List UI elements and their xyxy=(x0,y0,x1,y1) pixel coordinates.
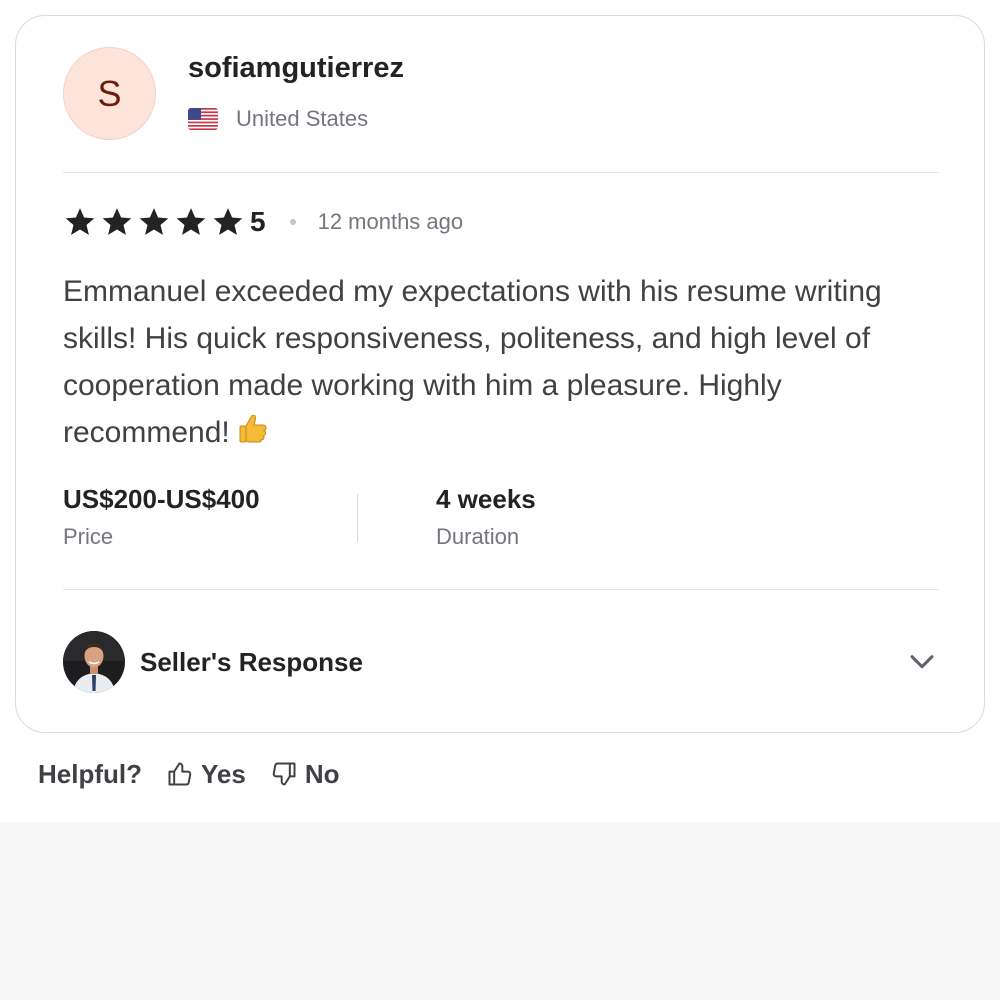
meta-divider xyxy=(63,589,939,590)
thumbs-up-emoji-icon xyxy=(239,414,267,443)
star-icon xyxy=(176,208,206,235)
helpful-question: Helpful? xyxy=(38,758,142,789)
helpful-no-label: No xyxy=(304,758,340,789)
meta-separator xyxy=(357,494,358,542)
star-rating xyxy=(63,205,248,239)
page-footer-background xyxy=(0,822,1000,1000)
thumbs-up-emoji xyxy=(236,411,270,459)
star-icon xyxy=(139,208,169,235)
reviewer-username: sofiamgutierrez xyxy=(188,52,404,84)
helpful-row: Helpful? Yes No xyxy=(38,756,364,792)
seller-response-label: Seller's Response xyxy=(140,646,363,677)
helpful-yes-label: Yes xyxy=(201,758,246,789)
rating-row: 5 12 months ago xyxy=(63,204,463,240)
seller-avatar xyxy=(63,631,125,693)
chevron-down-icon[interactable] xyxy=(905,644,939,678)
rating-value: 5 xyxy=(250,206,266,237)
reviewer-country-row: United States xyxy=(188,106,368,132)
reviewer-avatar: S xyxy=(63,47,156,140)
reviewer-avatar-initial: S xyxy=(97,72,122,114)
duration-block: 4 weeks Duration xyxy=(436,484,536,550)
review-card: S sofiamgutierrez United States 5 12 mon… xyxy=(15,15,985,733)
thumbs-down-icon xyxy=(272,762,296,786)
helpful-no-button[interactable]: No xyxy=(270,759,340,790)
header-divider xyxy=(63,172,939,173)
star-icon xyxy=(65,208,95,235)
helpful-yes-button[interactable]: Yes xyxy=(166,759,246,790)
star-icon xyxy=(102,208,132,235)
price-block: US$200-US$400 Price xyxy=(63,484,260,550)
price-label: Price xyxy=(63,524,114,549)
review-text: Emmanuel exceeded my expectations with h… xyxy=(63,268,933,459)
duration-value: 4 weeks xyxy=(436,484,536,514)
duration-label: Duration xyxy=(436,524,520,549)
separator-dot xyxy=(289,219,296,225)
star-icon xyxy=(213,208,243,235)
seller-response-toggle[interactable]: Seller's Response xyxy=(63,630,939,694)
price-value: US$200-US$400 xyxy=(63,484,260,514)
thumbs-up-icon xyxy=(168,762,192,786)
review-time-ago: 12 months ago xyxy=(317,209,464,234)
reviewer-country: United States xyxy=(236,106,369,131)
us-flag-icon xyxy=(188,108,218,130)
review-body: Emmanuel exceeded my expectations with h… xyxy=(63,275,882,449)
